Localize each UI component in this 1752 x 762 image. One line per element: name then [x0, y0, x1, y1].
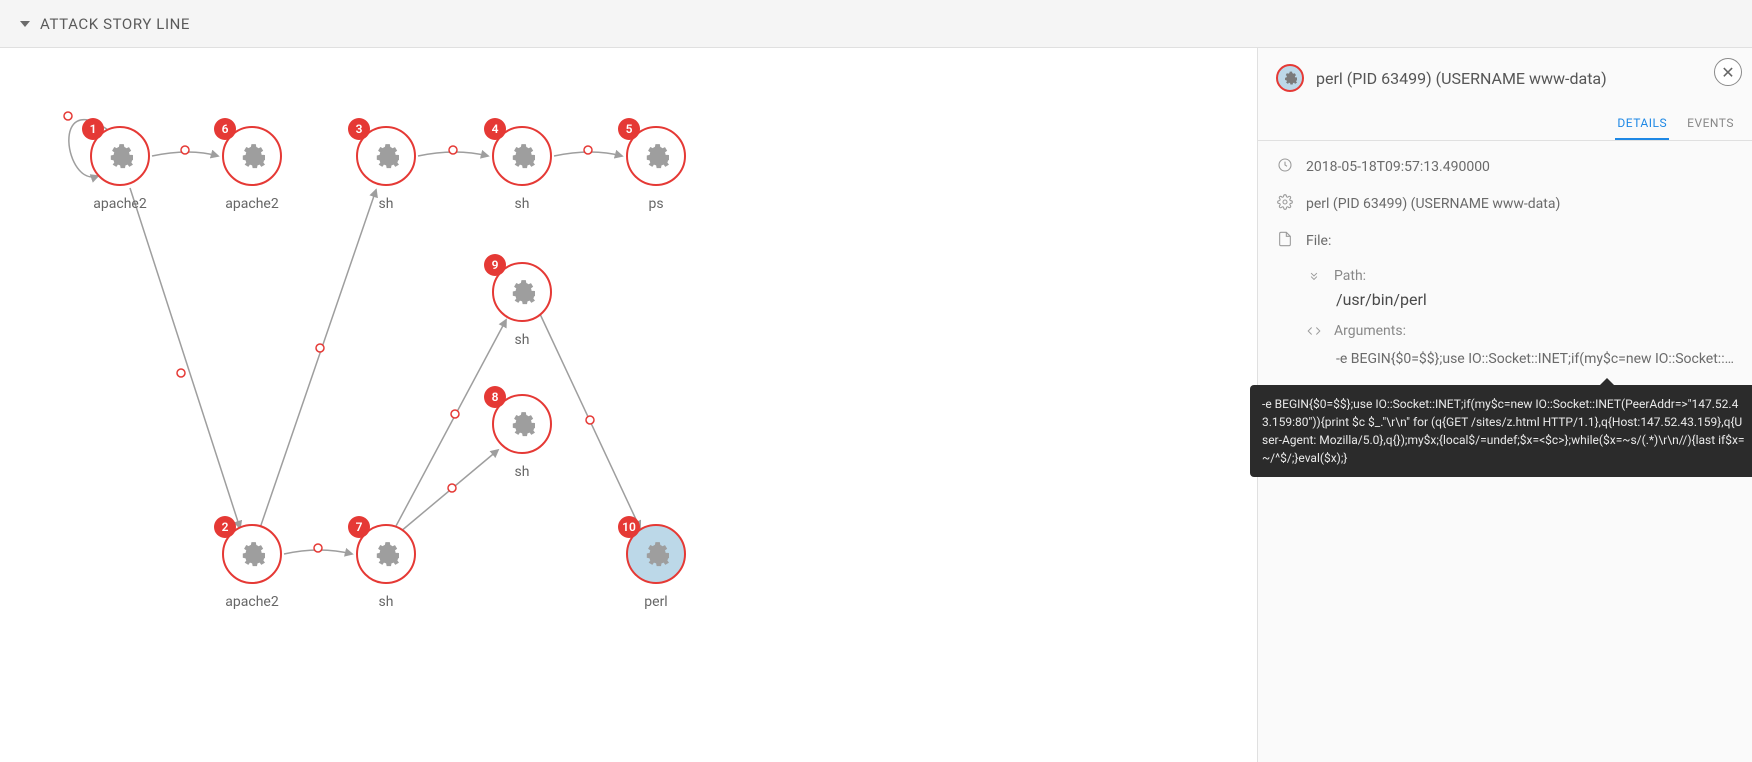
- process-node-icon: [1276, 64, 1304, 92]
- gear-icon: [1276, 194, 1294, 210]
- arguments-full-value: -e BEGIN{$0=$$};use IO::Socket::INET;if(…: [1262, 397, 1745, 465]
- node-circle[interactable]: 9: [492, 262, 552, 322]
- node-badge: 2: [214, 516, 236, 538]
- graph-node-sh-9[interactable]: 9 sh: [492, 262, 552, 348]
- node-badge: 10: [618, 516, 640, 538]
- node-circle[interactable]: 2: [222, 524, 282, 584]
- detail-body: 2018-05-18T09:57:13.490000 perl (PID 634…: [1258, 141, 1752, 762]
- section-header[interactable]: ATTACK STORY LINE: [0, 0, 1752, 48]
- detail-title: perl (PID 63499) (USERNAME www-data): [1316, 69, 1607, 88]
- row-file: File:: [1276, 231, 1734, 252]
- graph-node-sh-4[interactable]: 4 sh: [492, 126, 552, 212]
- node-badge: 3: [348, 118, 370, 140]
- graph-node-apache2-2[interactable]: 2 apache2: [222, 524, 282, 610]
- arguments-tooltip: -e BEGIN{$0=$$};use IO::Socket::INET;if(…: [1250, 385, 1752, 477]
- node-badge: 4: [484, 118, 506, 140]
- graph-node-sh-3[interactable]: 3 sh: [356, 126, 416, 212]
- node-label: sh: [515, 464, 530, 480]
- timestamp-value: 2018-05-18T09:57:13.490000: [1306, 157, 1490, 178]
- node-badge: 9: [484, 254, 506, 276]
- file-label: File:: [1306, 231, 1331, 252]
- node-label: apache2: [225, 196, 278, 212]
- close-button[interactable]: ✕: [1714, 58, 1742, 86]
- node-circle[interactable]: 1: [90, 126, 150, 186]
- node-badge: 5: [618, 118, 640, 140]
- row-path: Path:: [1306, 268, 1734, 284]
- clock-icon: [1276, 157, 1294, 173]
- node-circle[interactable]: 3: [356, 126, 416, 186]
- path-value: /usr/bin/perl: [1336, 290, 1734, 309]
- node-circle[interactable]: 8: [492, 394, 552, 454]
- node-circle[interactable]: 5: [626, 126, 686, 186]
- node-label: apache2: [93, 196, 146, 212]
- node-circle[interactable]: 4: [492, 126, 552, 186]
- file-icon: [1276, 231, 1294, 247]
- graph-node-sh-7[interactable]: 7 sh: [356, 524, 416, 610]
- graph-node-sh-8[interactable]: 8 sh: [492, 394, 552, 480]
- process-value: perl (PID 63499) (USERNAME www-data): [1306, 194, 1560, 215]
- tab-details[interactable]: DETAILS: [1615, 108, 1669, 140]
- node-badge: 7: [348, 516, 370, 538]
- node-label: apache2: [225, 594, 278, 610]
- content-area: 1 apache2 6 apache2 3 sh 4 sh 5 ps 9 sh 8 sh 2 apache2 7…: [0, 48, 1752, 762]
- tab-events[interactable]: EVENTS: [1685, 108, 1736, 140]
- section-title: ATTACK STORY LINE: [40, 15, 190, 33]
- collapse-caret-icon: [20, 21, 30, 27]
- detail-panel: perl (PID 63499) (USERNAME www-data) ✕ D…: [1257, 48, 1752, 762]
- detail-tabs: DETAILS EVENTS: [1258, 108, 1752, 141]
- node-label: ps: [648, 196, 663, 212]
- path-icon: [1306, 268, 1322, 284]
- detail-header: perl (PID 63499) (USERNAME www-data) ✕: [1258, 48, 1752, 108]
- graph-node-apache2-1[interactable]: 1 apache2: [90, 126, 150, 212]
- node-circle[interactable]: 6: [222, 126, 282, 186]
- path-label: Path:: [1334, 268, 1366, 284]
- node-badge: 8: [484, 386, 506, 408]
- graph-node-perl-10[interactable]: 10 perl: [626, 524, 686, 610]
- graph-canvas[interactable]: 1 apache2 6 apache2 3 sh 4 sh 5 ps 9 sh 8 sh 2 apache2 7…: [0, 48, 1257, 762]
- node-label: sh: [515, 196, 530, 212]
- node-label: sh: [379, 196, 394, 212]
- arguments-label: Arguments:: [1334, 323, 1406, 339]
- row-process: perl (PID 63499) (USERNAME www-data): [1276, 194, 1734, 215]
- code-icon: [1306, 323, 1322, 339]
- arguments-value-truncated[interactable]: -e BEGIN{$0=$$};use IO::Socket::INET;if(…: [1336, 351, 1734, 367]
- node-badge: 1: [82, 118, 104, 140]
- graph-node-ps-5[interactable]: 5 ps: [626, 126, 686, 212]
- node-badge: 6: [214, 118, 236, 140]
- node-circle[interactable]: 10: [626, 524, 686, 584]
- node-label: perl: [644, 594, 667, 610]
- row-arguments: Arguments:: [1306, 323, 1734, 339]
- graph-node-apache2-6[interactable]: 6 apache2: [222, 126, 282, 212]
- node-label: sh: [379, 594, 394, 610]
- node-label: sh: [515, 332, 530, 348]
- row-timestamp: 2018-05-18T09:57:13.490000: [1276, 157, 1734, 178]
- node-circle[interactable]: 7: [356, 524, 416, 584]
